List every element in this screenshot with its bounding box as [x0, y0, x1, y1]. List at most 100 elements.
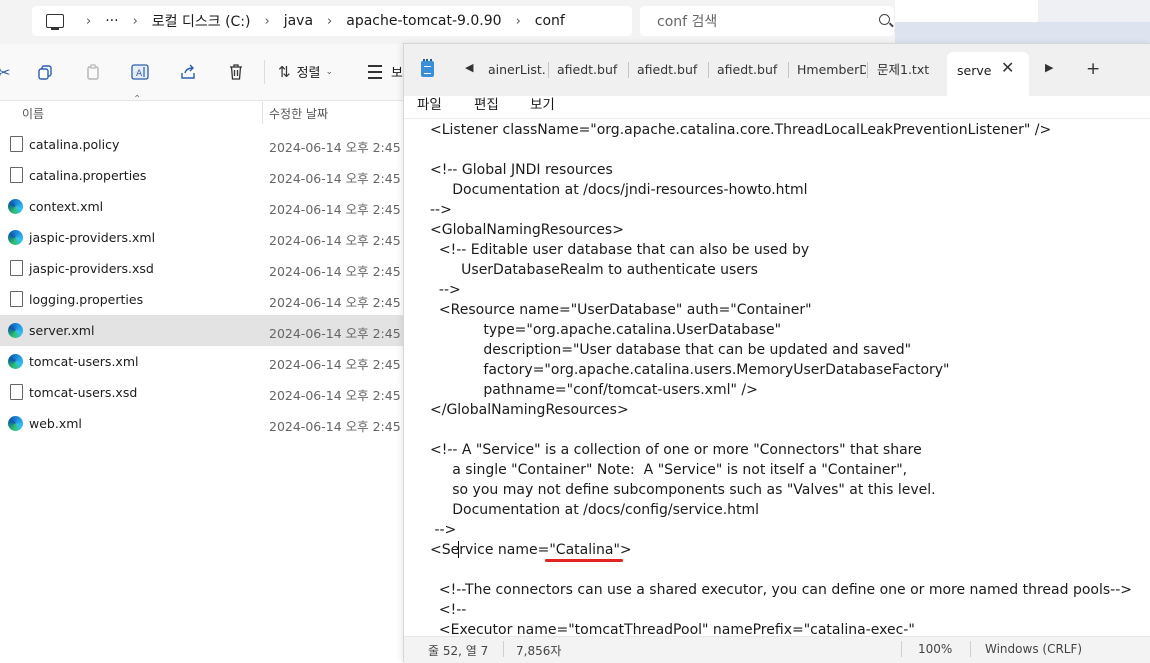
file-name: context.xml: [29, 199, 104, 214]
file-name: catalina.policy: [29, 137, 120, 152]
file-modified-date: 2024-06-14 오후 2:45: [269, 264, 401, 279]
new-tab-icon[interactable]: +: [1086, 59, 1100, 79]
document-file-icon: [10, 167, 23, 183]
background-window-titlebar: [1038, 0, 1150, 22]
view-label: 보: [391, 66, 403, 81]
file-name: logging.properties: [29, 292, 144, 307]
edge-file-icon: [8, 354, 23, 369]
delete-icon[interactable]: [226, 62, 246, 82]
notepad-window: ◀ ainerList.S afiedt.buf afiedt.buf afie…: [403, 43, 1150, 663]
background-window-body: [895, 22, 1150, 44]
tab-hmemberda[interactable]: HmemberDA: [797, 57, 866, 83]
svg-text:A: A: [136, 69, 143, 79]
this-pc-icon[interactable]: [46, 14, 64, 30]
character-count: 7,856자: [516, 644, 562, 658]
file-row[interactable]: catalina.properties 2024-06-14 오후 2:45: [0, 160, 403, 191]
file-name: server.xml: [29, 323, 95, 338]
search-placeholder: conf 검색: [657, 14, 718, 30]
edge-file-icon: [8, 416, 23, 431]
file-row[interactable]: context.xml 2024-06-14 오후 2:45: [0, 191, 403, 222]
column-divider[interactable]: [262, 102, 263, 124]
breadcrumb-local-disk[interactable]: 로컬 디스크 (C:): [152, 11, 251, 31]
active-tab-label: server: [957, 63, 991, 78]
file-modified-date: 2024-06-14 오후 2:45: [269, 388, 401, 403]
tab-scroll-right-icon[interactable]: ▶: [1045, 61, 1053, 74]
tab-divider: [867, 62, 868, 78]
sort-icon: ⇅: [278, 62, 291, 81]
line-ending[interactable]: Windows (CRLF): [985, 642, 1082, 656]
edge-file-icon: [8, 199, 23, 214]
cursor-position: 줄 52, 열 7: [428, 644, 489, 658]
menu-view[interactable]: 보기: [530, 93, 555, 113]
file-modified-date: 2024-06-14 오후 2:45: [269, 202, 401, 217]
tab-containerlist[interactable]: ainerList.S: [488, 57, 546, 83]
status-bar: 줄 52, 열 7 7,856자 100% Windows (CRLF): [404, 636, 1150, 663]
status-divider: [970, 641, 971, 657]
tab-afiedt-1[interactable]: afiedt.buf: [557, 57, 627, 83]
annotation-underline: [545, 559, 623, 562]
text-editor[interactable]: <Listener className="org.apache.catalina…: [404, 118, 1150, 637]
file-row[interactable]: server.xml 2024-06-14 오후 2:45: [0, 315, 403, 346]
tab-server-active[interactable]: server ✕: [947, 52, 1029, 96]
sort-button[interactable]: ⇅ 정렬 ⌄: [278, 62, 334, 82]
file-name: jaspic-providers.xsd: [29, 261, 154, 276]
command-bar: ✂ A ⇅ 정렬 ⌄ 보: [0, 44, 405, 101]
address-bar[interactable]: › ··· › 로컬 디스크 (C:) › java › apache-tomc…: [32, 6, 632, 36]
file-row[interactable]: jaspic-providers.xml 2024-06-14 오후 2:45: [0, 222, 403, 253]
tab-divider: [628, 62, 629, 78]
menu-file[interactable]: 파일: [417, 93, 442, 113]
status-divider: [901, 641, 902, 657]
notepad-app-icon: [421, 59, 434, 77]
document-file-icon: [10, 384, 23, 400]
file-row[interactable]: web.xml 2024-06-14 오후 2:45: [0, 408, 403, 439]
file-modified-date: 2024-06-14 오후 2:45: [269, 140, 401, 155]
column-name[interactable]: 이름: [22, 105, 44, 122]
document-file-icon: [10, 260, 23, 276]
chevron-down-icon: ⌄: [325, 66, 334, 77]
editor-text: <Listener className="org.apache.catalina…: [430, 122, 1132, 637]
chevron-right-icon: ›: [132, 13, 138, 29]
tab-divider: [548, 62, 549, 78]
edge-file-icon: [8, 230, 23, 245]
breadcrumb-tomcat[interactable]: apache-tomcat-9.0.90: [346, 13, 501, 29]
search-input[interactable]: conf 검색: [640, 6, 894, 36]
file-row[interactable]: jaspic-providers.xsd 2024-06-14 오후 2:45: [0, 253, 403, 284]
file-name: tomcat-users.xsd: [29, 385, 138, 400]
column-modified-date[interactable]: 수정한 날짜: [269, 105, 328, 122]
tab-afiedt-3[interactable]: afiedt.buf: [717, 57, 787, 83]
zoom-level[interactable]: 100%: [918, 642, 952, 656]
text-caret: [458, 541, 459, 558]
breadcrumb-java[interactable]: java: [284, 13, 313, 29]
file-modified-date: 2024-06-14 오후 2:45: [269, 419, 401, 434]
breadcrumb-overflow[interactable]: ···: [105, 13, 118, 29]
file-row[interactable]: catalina.policy 2024-06-14 오후 2:45: [0, 129, 403, 160]
close-icon[interactable]: ✕: [1001, 58, 1014, 77]
file-list: catalina.policy 2024-06-14 오후 2:45 catalin…: [0, 129, 405, 439]
cut-icon[interactable]: ✂: [0, 62, 14, 82]
file-modified-date: 2024-06-14 오후 2:45: [269, 171, 401, 186]
edge-file-icon: [8, 323, 23, 338]
copy-icon[interactable]: [35, 62, 55, 82]
chevron-right-icon: ›: [327, 13, 333, 29]
file-row[interactable]: tomcat-users.xml 2024-06-14 오후 2:45: [0, 346, 403, 377]
file-modified-date: 2024-06-14 오후 2:45: [269, 357, 401, 372]
tab-scroll-left-icon[interactable]: ◀: [465, 61, 473, 74]
chevron-right-icon: ›: [264, 13, 270, 29]
notepad-tab-bar: ◀ ainerList.S afiedt.buf afiedt.buf afie…: [404, 44, 1150, 96]
paste-icon[interactable]: [83, 62, 103, 82]
view-button[interactable]: 보: [368, 62, 403, 81]
column-header: 이름 ⌃ 수정한 날짜: [0, 94, 405, 126]
tab-divider: [788, 62, 789, 78]
chevron-right-icon: ›: [515, 13, 521, 29]
address-row: › ··· › 로컬 디스크 (C:) › java › apache-tomc…: [0, 0, 1150, 44]
tab-afiedt-2[interactable]: afiedt.buf: [637, 57, 707, 83]
rename-icon[interactable]: A: [130, 62, 150, 82]
breadcrumb-conf[interactable]: conf: [535, 13, 565, 29]
file-row[interactable]: tomcat-users.xsd 2024-06-14 오후 2:45: [0, 377, 403, 408]
menu-edit[interactable]: 편집: [474, 93, 499, 113]
file-row[interactable]: logging.properties 2024-06-14 오후 2:45: [0, 284, 403, 315]
share-icon[interactable]: [178, 62, 198, 82]
search-icon[interactable]: [879, 14, 890, 25]
sort-label: 정렬: [296, 66, 321, 81]
tab-problem1[interactable]: 문제1.txt: [877, 57, 942, 83]
